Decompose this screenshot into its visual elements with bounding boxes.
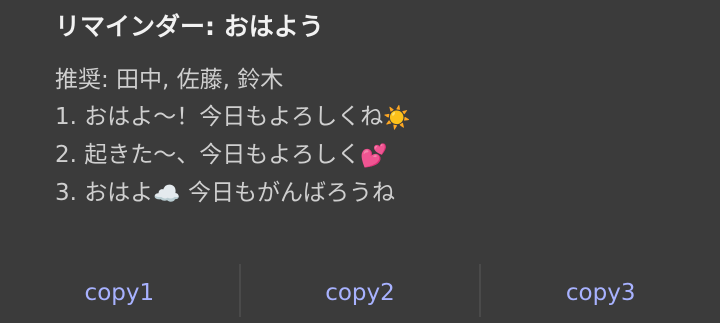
greeting-option-3-text-after: 今日もがんばろうね (180, 180, 395, 206)
cloud-icon: ☁️ (153, 182, 181, 207)
copy3-button[interactable]: copy3 (481, 262, 720, 323)
reminder-notification: リマインダー: おはよう 推奨: 田中, 佐藤, 鈴木 1. おはよ〜！今日もよ… (0, 0, 720, 323)
recommended-names-text: 推奨: 田中, 佐藤, 鈴木 (55, 67, 284, 93)
greeting-option-1-text: 1. おはよ〜！今日もよろしくね (55, 104, 384, 130)
greeting-option-2-text: 2. 起きた〜、今日もよろしく (55, 142, 361, 168)
greeting-option-2: 2. 起きた〜、今日もよろしく💕 (55, 137, 411, 175)
hearts-icon: 💕 (360, 144, 388, 169)
greeting-option-3-text: 3. おはよ (55, 180, 154, 206)
notification-actions: copy1 copy2 copy3 (0, 262, 720, 323)
recommended-names-line: 推奨: 田中, 佐藤, 鈴木 (55, 62, 411, 99)
copy1-button[interactable]: copy1 (0, 262, 239, 323)
sun-icon: ☀️ (383, 106, 411, 131)
notification-body: 推奨: 田中, 佐藤, 鈴木 1. おはよ〜！今日もよろしくね☀️ 2. 起きた… (55, 62, 411, 213)
notification-title: リマインダー: おはよう (55, 12, 324, 41)
greeting-option-1: 1. おはよ〜！今日もよろしくね☀️ (55, 99, 411, 137)
greeting-option-3: 3. おはよ☁️ 今日もがんばろうね (55, 175, 411, 213)
copy2-button[interactable]: copy2 (241, 262, 480, 323)
